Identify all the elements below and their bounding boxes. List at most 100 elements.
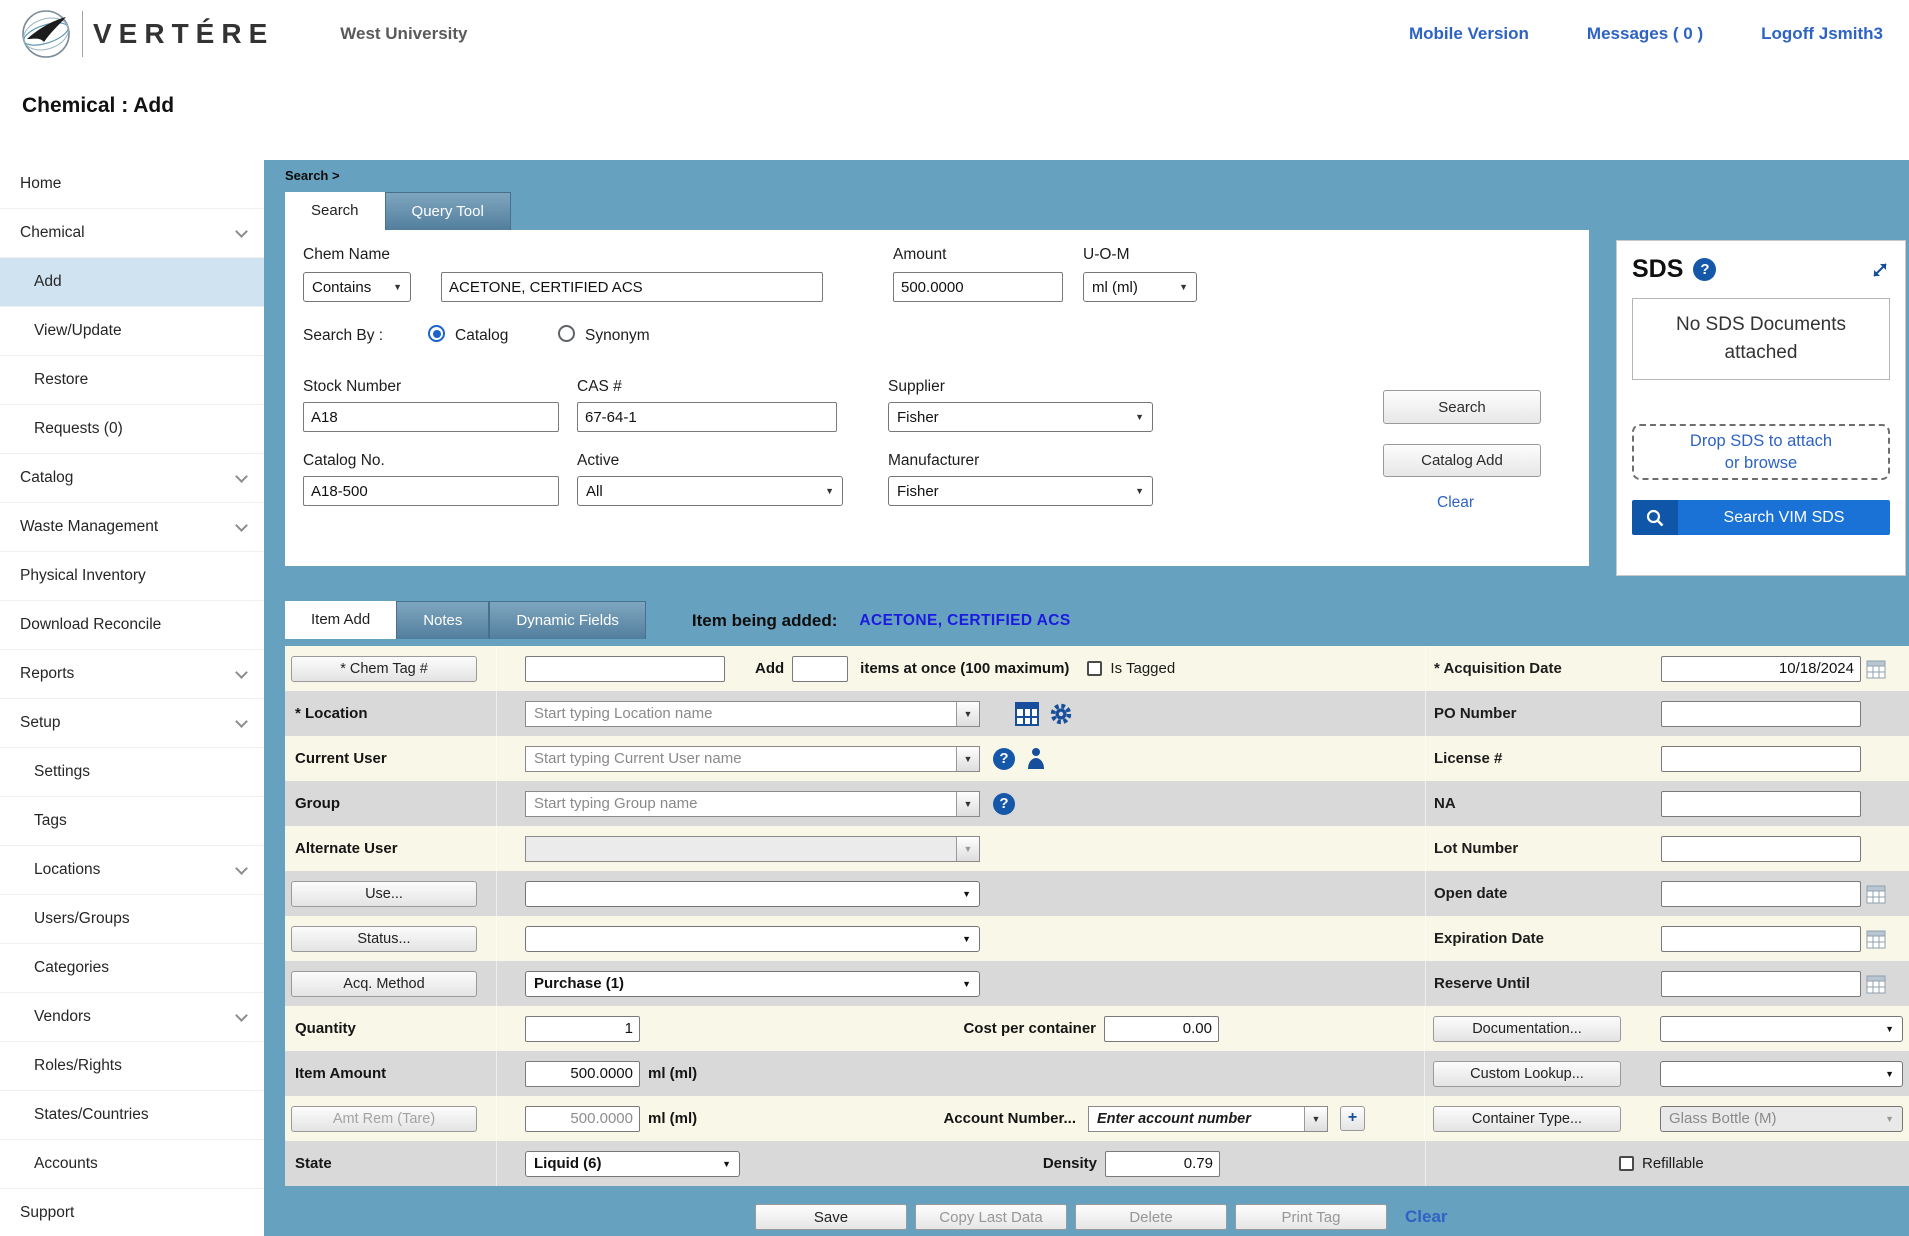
help-icon[interactable]: ? [993, 748, 1015, 770]
sidebar-item-reports[interactable]: Reports [0, 650, 264, 699]
cost-per-container-input[interactable] [1104, 1016, 1219, 1042]
chem-tag-button[interactable]: * Chem Tag # [291, 656, 477, 682]
container-type-button[interactable]: Container Type... [1433, 1106, 1621, 1132]
sidebar-item-locations[interactable]: Locations [0, 846, 264, 895]
sidebar-item-states-countries[interactable]: States/Countries [0, 1091, 264, 1140]
tab-notes[interactable]: Notes [396, 601, 489, 639]
calendar-icon[interactable] [1866, 659, 1886, 679]
po-number-input[interactable] [1661, 701, 1861, 727]
sidebar-item-categories[interactable]: Categories [0, 944, 264, 993]
sidebar-item-users-groups[interactable]: Users/Groups [0, 895, 264, 944]
catalog-add-button[interactable]: Catalog Add [1383, 444, 1541, 477]
open-date-input[interactable] [1661, 881, 1861, 907]
items-at-once-input[interactable] [792, 656, 848, 682]
dropdown-arrow-icon[interactable]: ▼ [956, 747, 979, 771]
calendar-icon[interactable] [1866, 974, 1886, 994]
tab-search[interactable]: Search [285, 192, 385, 230]
radio-catalog[interactable] [428, 325, 445, 342]
active-select[interactable]: All ▼ [577, 476, 843, 506]
status-select[interactable]: ▼ [525, 926, 980, 952]
chem-name-match-select[interactable]: Contains ▼ [303, 272, 411, 302]
refillable-checkbox[interactable] [1619, 1156, 1634, 1171]
dropdown-arrow-icon[interactable]: ▼ [956, 792, 979, 816]
tab-dynamic-fields[interactable]: Dynamic Fields [489, 601, 646, 639]
is-tagged-checkbox[interactable] [1087, 661, 1102, 676]
documentation-button[interactable]: Documentation... [1433, 1016, 1621, 1042]
sidebar-item-accounts[interactable]: Accounts [0, 1140, 264, 1189]
sidebar-item-add[interactable]: Add [0, 258, 264, 307]
sidebar-item-roles-rights[interactable]: Roles/Rights [0, 1042, 264, 1091]
manufacturer-select[interactable]: Fisher ▼ [888, 476, 1153, 506]
chem-name-input[interactable] [441, 272, 823, 302]
search-button[interactable]: Search [1383, 390, 1541, 424]
sidebar-item-download-reconcile[interactable]: Download Reconcile [0, 601, 264, 650]
dropdown-arrow-icon[interactable]: ▼ [956, 702, 979, 726]
save-button[interactable]: Save [755, 1204, 907, 1230]
help-icon[interactable]: ? [993, 793, 1015, 815]
sidebar-item-settings[interactable]: Settings [0, 748, 264, 797]
current-user-combobox[interactable]: Start typing Current User name ▼ [525, 746, 980, 772]
sidebar-item-chemical[interactable]: Chemical [0, 209, 264, 258]
state-select[interactable]: Liquid (6) ▼ [525, 1151, 740, 1177]
quantity-input[interactable] [525, 1016, 640, 1042]
amount-input[interactable] [893, 272, 1063, 302]
use-select[interactable]: ▼ [525, 881, 980, 907]
expiration-date-input[interactable] [1661, 926, 1861, 952]
reserve-until-input[interactable] [1661, 971, 1861, 997]
account-number-combobox[interactable]: Enter account number ▼ [1088, 1106, 1328, 1132]
custom-lookup-button[interactable]: Custom Lookup... [1433, 1061, 1621, 1087]
supplier-select[interactable]: Fisher ▼ [888, 402, 1153, 432]
tab-item-add[interactable]: Item Add [285, 601, 396, 639]
sidebar-item-setup[interactable]: Setup [0, 699, 264, 748]
use-button[interactable]: Use... [291, 881, 477, 907]
item-amount-input[interactable] [525, 1061, 640, 1087]
search-vim-sds-button[interactable]: Search VIM SDS [1632, 500, 1890, 535]
sidebar-item-view-update[interactable]: View/Update [0, 307, 264, 356]
tab-query-tool[interactable]: Query Tool [385, 192, 511, 230]
person-icon[interactable] [1025, 747, 1047, 771]
custom-lookup-select[interactable]: ▼ [1660, 1061, 1903, 1087]
logoff-link[interactable]: Logoff Jsmith3 [1761, 24, 1883, 44]
sidebar-item-vendors[interactable]: Vendors [0, 993, 264, 1042]
gear-icon[interactable] [1049, 702, 1073, 726]
location-grid-icon[interactable] [1015, 702, 1039, 726]
documentation-select[interactable]: ▼ [1660, 1016, 1903, 1042]
search-clear-link[interactable]: Clear [1437, 494, 1474, 512]
group-combobox[interactable]: Start typing Group name ▼ [525, 791, 980, 817]
cas-input[interactable] [577, 402, 837, 432]
copy-last-data-button[interactable]: Copy Last Data [915, 1204, 1067, 1230]
acq-method-select[interactable]: Purchase (1) ▼ [525, 971, 980, 997]
sds-drop-zone[interactable]: Drop SDS to attach or browse [1632, 424, 1890, 480]
na-input[interactable] [1661, 791, 1861, 817]
license-input[interactable] [1661, 746, 1861, 772]
acq-method-button[interactable]: Acq. Method [291, 971, 477, 997]
dropdown-arrow-icon[interactable]: ▼ [1304, 1107, 1327, 1131]
lot-number-input[interactable] [1661, 836, 1861, 862]
print-tag-button[interactable]: Print Tag [1235, 1204, 1387, 1230]
sidebar-item-tags[interactable]: Tags [0, 797, 264, 846]
chem-tag-input[interactable] [525, 656, 725, 682]
sidebar-item-waste-management[interactable]: Waste Management [0, 503, 264, 552]
mobile-version-link[interactable]: Mobile Version [1409, 24, 1529, 44]
location-combobox[interactable]: Start typing Location name ▼ [525, 701, 980, 727]
density-input[interactable] [1105, 1151, 1220, 1177]
sidebar-item-restore[interactable]: Restore [0, 356, 264, 405]
uom-select[interactable]: ml (ml) ▼ [1083, 272, 1197, 302]
expand-icon[interactable] [1870, 260, 1890, 280]
help-icon[interactable]: ? [1693, 258, 1716, 281]
add-account-button[interactable]: + [1340, 1106, 1365, 1131]
sidebar-item-support[interactable]: Support [0, 1189, 264, 1236]
stock-number-input[interactable] [303, 402, 559, 432]
messages-link[interactable]: Messages ( 0 ) [1587, 24, 1703, 44]
status-button[interactable]: Status... [291, 926, 477, 952]
sidebar-item-requests[interactable]: Requests (0) [0, 405, 264, 454]
form-clear-link[interactable]: Clear [1405, 1207, 1448, 1227]
radio-synonym[interactable] [558, 325, 575, 342]
sidebar-item-catalog[interactable]: Catalog [0, 454, 264, 503]
calendar-icon[interactable] [1866, 929, 1886, 949]
delete-button[interactable]: Delete [1075, 1204, 1227, 1230]
sidebar-item-physical-inventory[interactable]: Physical Inventory [0, 552, 264, 601]
catalog-no-input[interactable] [303, 476, 559, 506]
calendar-icon[interactable] [1866, 884, 1886, 904]
acquisition-date-input[interactable] [1661, 656, 1861, 682]
